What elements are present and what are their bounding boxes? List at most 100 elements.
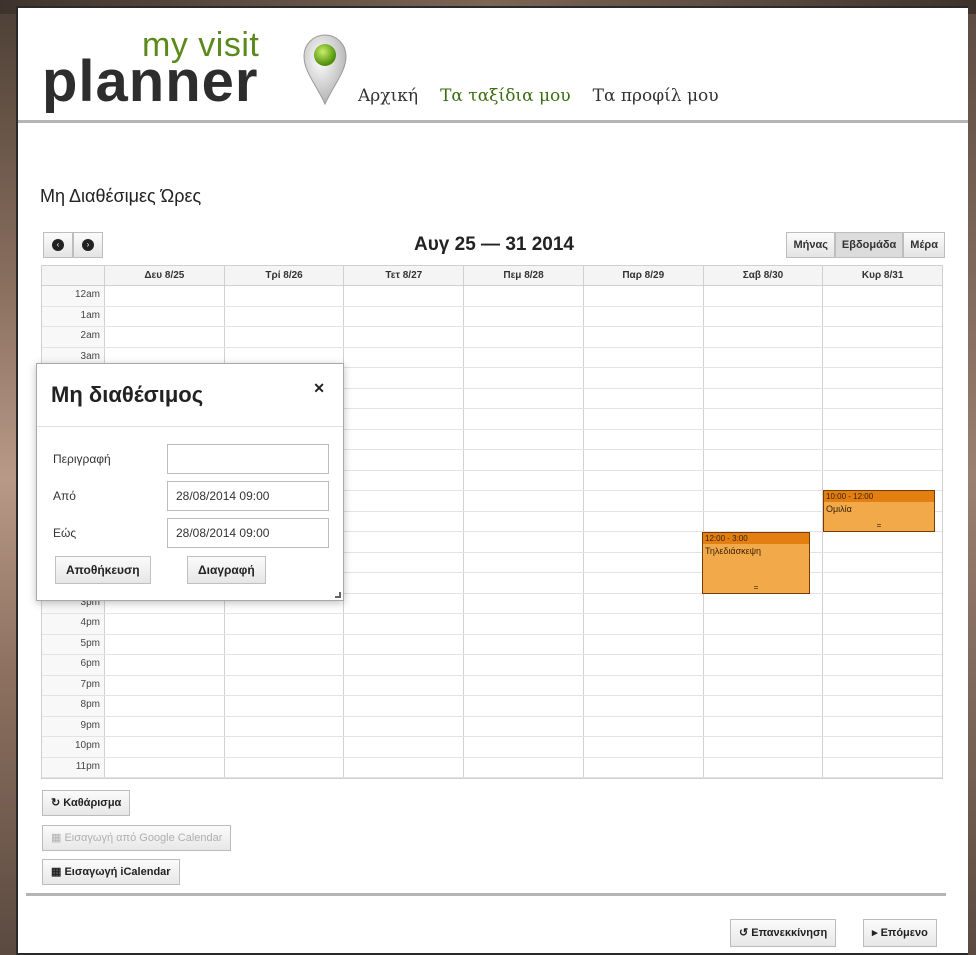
- time-slot[interactable]: [223, 716, 344, 736]
- time-slot[interactable]: [822, 716, 942, 736]
- time-slot[interactable]: [343, 634, 463, 654]
- time-slot[interactable]: [822, 573, 942, 593]
- time-slot[interactable]: [104, 327, 224, 347]
- time-slot[interactable]: [343, 429, 463, 449]
- time-slot[interactable]: [582, 532, 703, 552]
- time-slot[interactable]: [463, 388, 583, 408]
- time-slot[interactable]: [702, 306, 823, 326]
- time-slot[interactable]: [343, 286, 463, 306]
- time-slot[interactable]: [822, 470, 942, 490]
- time-slot[interactable]: [702, 368, 823, 388]
- time-slot[interactable]: [822, 552, 942, 572]
- resize-grip-icon[interactable]: [335, 592, 341, 598]
- time-slot[interactable]: [822, 368, 942, 388]
- time-slot[interactable]: [343, 388, 463, 408]
- time-slot[interactable]: [463, 450, 583, 470]
- time-slot[interactable]: [702, 716, 823, 736]
- time-slot[interactable]: [343, 306, 463, 326]
- time-slot[interactable]: [582, 327, 703, 347]
- time-slot[interactable]: [582, 286, 703, 306]
- time-slot[interactable]: [822, 655, 942, 675]
- resize-handle[interactable]: =: [824, 521, 934, 530]
- time-slot[interactable]: [463, 347, 583, 367]
- event-speech[interactable]: 10:00 - 12:00 Ομιλία =: [823, 490, 935, 532]
- time-slot[interactable]: [582, 655, 703, 675]
- time-slot[interactable]: [343, 470, 463, 490]
- time-slot[interactable]: [463, 552, 583, 572]
- time-slot[interactable]: [702, 450, 823, 470]
- time-slot[interactable]: [822, 409, 942, 429]
- time-slot[interactable]: [582, 388, 703, 408]
- time-slot[interactable]: [582, 429, 703, 449]
- time-slot[interactable]: [582, 511, 703, 531]
- time-slot[interactable]: [463, 716, 583, 736]
- time-slot[interactable]: [822, 614, 942, 634]
- time-slot[interactable]: [463, 737, 583, 757]
- time-slot[interactable]: [223, 327, 344, 347]
- time-slot[interactable]: [582, 347, 703, 367]
- close-icon[interactable]: ✕: [313, 380, 325, 397]
- time-slot[interactable]: [223, 306, 344, 326]
- time-slot[interactable]: [702, 491, 823, 511]
- time-slot[interactable]: [702, 429, 823, 449]
- time-slot[interactable]: [104, 737, 224, 757]
- delete-button[interactable]: Διαγραφή: [187, 556, 266, 584]
- time-slot[interactable]: [223, 634, 344, 654]
- logo[interactable]: my visit planner: [42, 26, 347, 116]
- time-slot[interactable]: [343, 532, 463, 552]
- time-slot[interactable]: [582, 573, 703, 593]
- time-slot[interactable]: [463, 593, 583, 613]
- time-slot[interactable]: [702, 696, 823, 716]
- resize-handle[interactable]: =: [703, 583, 809, 592]
- time-slot[interactable]: [104, 306, 224, 326]
- time-slot[interactable]: [343, 552, 463, 572]
- time-slot[interactable]: [343, 757, 463, 777]
- clear-button[interactable]: ↻ Καθάρισμα: [42, 790, 131, 816]
- time-slot[interactable]: [582, 614, 703, 634]
- next-button[interactable]: ▸ Επόμενο: [863, 919, 937, 947]
- nav-my-trips[interactable]: Τα ταξίδια μου: [440, 86, 571, 112]
- time-slot[interactable]: [223, 675, 344, 695]
- time-slot[interactable]: [343, 696, 463, 716]
- time-slot[interactable]: [104, 696, 224, 716]
- nav-home[interactable]: Αρχική: [358, 86, 418, 112]
- time-slot[interactable]: [104, 757, 224, 777]
- time-slot[interactable]: [104, 614, 224, 634]
- time-slot[interactable]: [223, 737, 344, 757]
- time-slot[interactable]: [343, 573, 463, 593]
- time-slot[interactable]: [582, 593, 703, 613]
- time-slot[interactable]: [104, 716, 224, 736]
- time-slot[interactable]: [822, 634, 942, 654]
- time-slot[interactable]: [582, 737, 703, 757]
- time-slot[interactable]: [702, 388, 823, 408]
- save-button[interactable]: Αποθήκευση: [55, 556, 151, 584]
- time-slot[interactable]: [582, 716, 703, 736]
- time-slot[interactable]: [822, 306, 942, 326]
- time-slot[interactable]: [582, 491, 703, 511]
- time-slot[interactable]: [223, 696, 344, 716]
- event-conference-call[interactable]: 12:00 - 3:00 Τηλεδιάσκεψη =: [702, 532, 810, 594]
- from-datetime-input[interactable]: [167, 481, 329, 511]
- time-slot[interactable]: [582, 552, 703, 572]
- time-slot[interactable]: [343, 327, 463, 347]
- time-slot[interactable]: [582, 696, 703, 716]
- time-slot[interactable]: [104, 675, 224, 695]
- time-slot[interactable]: [343, 614, 463, 634]
- time-slot[interactable]: [463, 368, 583, 388]
- time-slot[interactable]: [822, 593, 942, 613]
- time-slot[interactable]: [343, 737, 463, 757]
- time-slot[interactable]: [223, 757, 344, 777]
- time-slot[interactable]: [582, 675, 703, 695]
- time-slot[interactable]: [702, 347, 823, 367]
- time-slot[interactable]: [822, 737, 942, 757]
- time-slot[interactable]: [463, 655, 583, 675]
- time-slot[interactable]: [822, 450, 942, 470]
- time-slot[interactable]: [463, 675, 583, 695]
- time-slot[interactable]: [463, 470, 583, 490]
- time-slot[interactable]: [822, 388, 942, 408]
- time-slot[interactable]: [582, 306, 703, 326]
- import-ical-button[interactable]: ▦ Εισαγωγή iCalendar: [42, 859, 180, 885]
- time-slot[interactable]: [582, 757, 703, 777]
- time-slot[interactable]: [463, 614, 583, 634]
- view-week-button[interactable]: Εβδομάδα: [834, 232, 904, 258]
